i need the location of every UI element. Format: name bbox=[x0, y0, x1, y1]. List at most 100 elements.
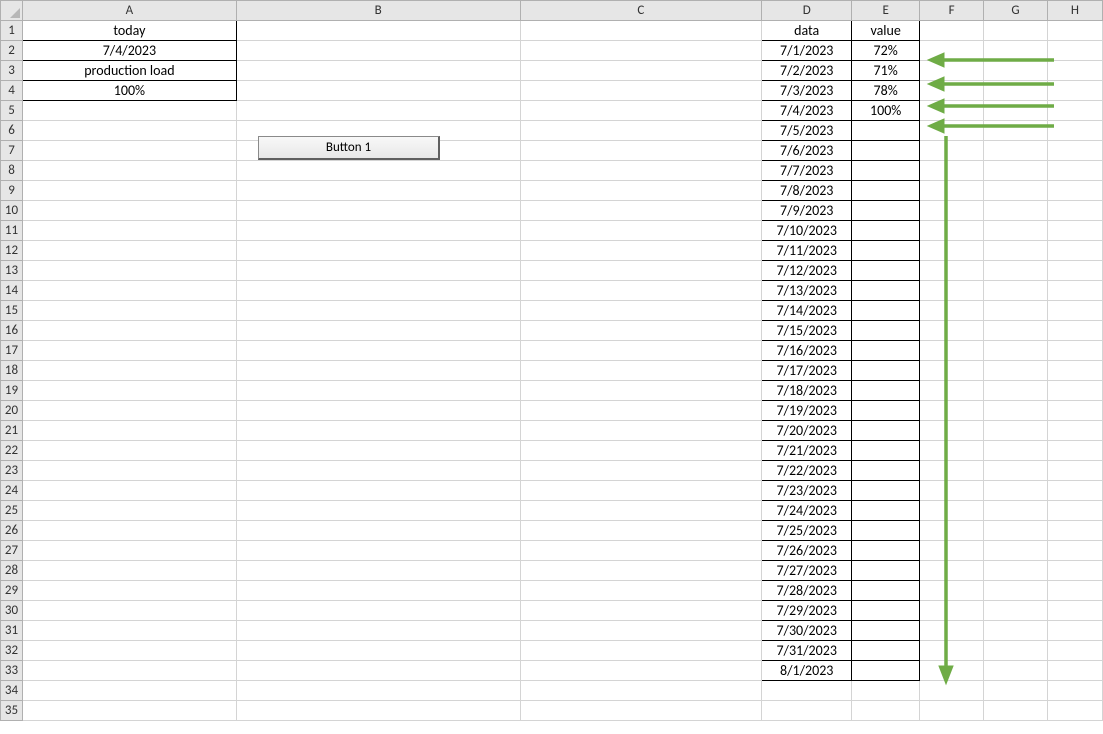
cell[interactable]: 7/13/2023 bbox=[762, 281, 852, 301]
row-header[interactable]: 16 bbox=[1, 321, 23, 341]
cell[interactable] bbox=[520, 641, 762, 661]
row-header[interactable]: 21 bbox=[1, 421, 23, 441]
cell[interactable] bbox=[852, 261, 920, 281]
cell[interactable] bbox=[852, 221, 920, 241]
cell[interactable] bbox=[920, 561, 984, 581]
cell[interactable] bbox=[920, 121, 984, 141]
cell[interactable] bbox=[22, 541, 236, 561]
cell[interactable] bbox=[852, 301, 920, 321]
cell[interactable] bbox=[984, 221, 1048, 241]
cell[interactable]: 7/7/2023 bbox=[762, 161, 852, 181]
cell[interactable] bbox=[984, 681, 1048, 701]
cell[interactable] bbox=[852, 361, 920, 381]
cell[interactable] bbox=[236, 501, 520, 521]
cell[interactable] bbox=[22, 261, 236, 281]
cell[interactable]: 72% bbox=[852, 41, 920, 61]
cell[interactable] bbox=[1047, 401, 1102, 421]
cell[interactable] bbox=[236, 521, 520, 541]
cell[interactable] bbox=[984, 61, 1048, 81]
cell[interactable] bbox=[762, 681, 852, 701]
cell[interactable] bbox=[852, 181, 920, 201]
cell[interactable]: value bbox=[852, 21, 920, 41]
cell[interactable] bbox=[520, 481, 762, 501]
cell[interactable] bbox=[236, 361, 520, 381]
cell[interactable] bbox=[22, 381, 236, 401]
cell[interactable] bbox=[520, 21, 762, 41]
row-header[interactable]: 9 bbox=[1, 181, 23, 201]
cell[interactable] bbox=[984, 21, 1048, 41]
cell[interactable] bbox=[22, 161, 236, 181]
cell[interactable] bbox=[1047, 161, 1102, 181]
cell[interactable]: 7/23/2023 bbox=[762, 481, 852, 501]
row-header[interactable]: 14 bbox=[1, 281, 23, 301]
cell[interactable] bbox=[236, 701, 520, 721]
cell[interactable] bbox=[236, 101, 520, 121]
cell[interactable] bbox=[22, 281, 236, 301]
row-header[interactable]: 23 bbox=[1, 461, 23, 481]
cell[interactable]: 7/12/2023 bbox=[762, 261, 852, 281]
cell[interactable] bbox=[920, 361, 984, 381]
cell[interactable]: 78% bbox=[852, 81, 920, 101]
cell[interactable] bbox=[236, 441, 520, 461]
cell[interactable] bbox=[920, 661, 984, 681]
cell[interactable] bbox=[520, 41, 762, 61]
cell[interactable] bbox=[520, 581, 762, 601]
cell[interactable]: 7/22/2023 bbox=[762, 461, 852, 481]
cell[interactable]: 7/11/2023 bbox=[762, 241, 852, 261]
cell[interactable] bbox=[1047, 541, 1102, 561]
row-header[interactable]: 6 bbox=[1, 121, 23, 141]
cell[interactable]: 7/31/2023 bbox=[762, 641, 852, 661]
cell[interactable] bbox=[236, 81, 520, 101]
cell[interactable] bbox=[852, 701, 920, 721]
cell[interactable] bbox=[984, 521, 1048, 541]
cell[interactable] bbox=[236, 161, 520, 181]
cell[interactable] bbox=[236, 421, 520, 441]
cell[interactable] bbox=[984, 481, 1048, 501]
cell[interactable] bbox=[520, 241, 762, 261]
row-header[interactable]: 4 bbox=[1, 81, 23, 101]
cell[interactable] bbox=[920, 321, 984, 341]
cell[interactable] bbox=[520, 101, 762, 121]
cell[interactable]: 7/17/2023 bbox=[762, 361, 852, 381]
cell[interactable] bbox=[852, 561, 920, 581]
cell[interactable] bbox=[236, 581, 520, 601]
row-header[interactable]: 28 bbox=[1, 561, 23, 581]
cell[interactable]: 7/16/2023 bbox=[762, 341, 852, 361]
cell[interactable] bbox=[1047, 501, 1102, 521]
cell[interactable] bbox=[1047, 421, 1102, 441]
cell[interactable]: 7/15/2023 bbox=[762, 321, 852, 341]
cell[interactable] bbox=[520, 381, 762, 401]
cell[interactable] bbox=[852, 521, 920, 541]
cell[interactable] bbox=[22, 621, 236, 641]
cell[interactable] bbox=[520, 561, 762, 581]
cell[interactable]: 7/27/2023 bbox=[762, 561, 852, 581]
cell[interactable] bbox=[520, 401, 762, 421]
cell[interactable] bbox=[1047, 181, 1102, 201]
cell[interactable] bbox=[920, 501, 984, 521]
cell[interactable] bbox=[22, 221, 236, 241]
cell[interactable] bbox=[984, 541, 1048, 561]
cell[interactable] bbox=[1047, 621, 1102, 641]
cell[interactable] bbox=[984, 461, 1048, 481]
row-header[interactable]: 12 bbox=[1, 241, 23, 261]
cell[interactable]: 7/30/2023 bbox=[762, 621, 852, 641]
cell[interactable] bbox=[1047, 581, 1102, 601]
cell[interactable] bbox=[1047, 661, 1102, 681]
cell[interactable] bbox=[520, 501, 762, 521]
cell[interactable]: 100% bbox=[22, 81, 236, 101]
col-header-B[interactable]: B bbox=[236, 1, 520, 21]
cell[interactable] bbox=[520, 221, 762, 241]
cell[interactable] bbox=[520, 281, 762, 301]
cell[interactable] bbox=[920, 541, 984, 561]
cell[interactable] bbox=[520, 441, 762, 461]
cell[interactable] bbox=[520, 681, 762, 701]
cell[interactable] bbox=[236, 321, 520, 341]
cell[interactable] bbox=[852, 541, 920, 561]
cell[interactable] bbox=[920, 61, 984, 81]
cell[interactable] bbox=[22, 461, 236, 481]
cell[interactable] bbox=[1047, 341, 1102, 361]
cell[interactable] bbox=[520, 621, 762, 641]
cell[interactable] bbox=[984, 441, 1048, 461]
cell[interactable] bbox=[22, 441, 236, 461]
cell[interactable] bbox=[984, 121, 1048, 141]
